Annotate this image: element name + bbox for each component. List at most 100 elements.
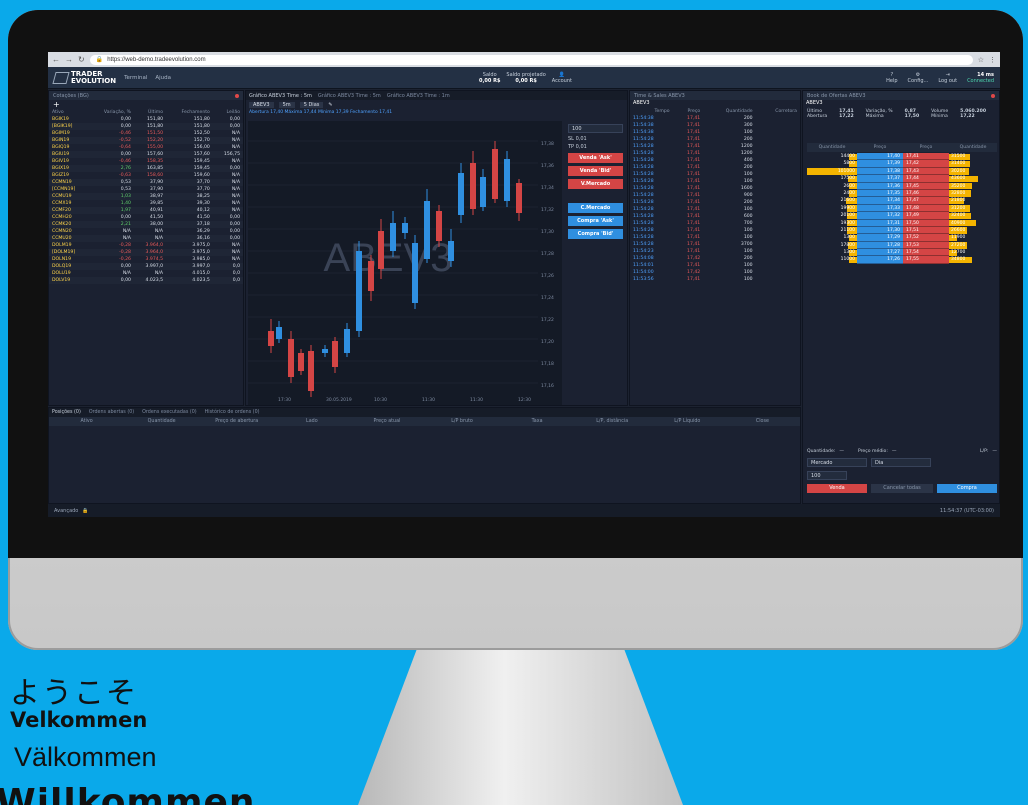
table-row[interactable]: CCMU20 N/A N/A 36,16 0,00	[49, 235, 243, 242]
book-row[interactable]: 1300 17,27 17,54 12700	[807, 249, 997, 257]
column-header[interactable]: L/P Líquido	[650, 419, 725, 424]
table-row[interactable]: BGIK19 0,00 151,80 151,80 0,00	[49, 116, 243, 123]
sell-bid-button[interactable]: Venda 'Bid'	[568, 166, 623, 176]
bid-price[interactable]: 17,35	[857, 189, 903, 198]
table-row[interactable]: DOLN19 -0,26 3.974,5 3.985,0 N/A	[49, 256, 243, 263]
bid-price[interactable]: 17,36	[857, 182, 903, 190]
table-row[interactable]: DOLV19 0,00 4.023,5 4.023,5 0,0	[49, 277, 243, 284]
tab-chart-3[interactable]: Gráfico ABEV3 Time : 1m	[387, 93, 450, 99]
column-header[interactable]: Quantidade	[124, 419, 199, 424]
column-header[interactable]: Quantidade	[703, 108, 755, 115]
column-header[interactable]: Variação, %	[89, 109, 134, 116]
book-row[interactable]: 1300 17,29 17,52 11900	[807, 234, 997, 242]
bid-price[interactable]: 17,28	[857, 241, 903, 250]
ask-price[interactable]: 17,45	[903, 182, 949, 190]
table-row[interactable]: DOLQ19 0,00 3.997,0 3.997,0 0,0	[49, 263, 243, 270]
mode-label[interactable]: Avançado	[54, 508, 78, 514]
bid-price[interactable]: 17,27	[857, 249, 903, 257]
book-row[interactable]: 101000 17,38 17,43 30200	[807, 167, 997, 176]
table-row[interactable]: [CCMN19] 0,53 37,90 37,70 N/A	[49, 186, 243, 193]
order-qty-input[interactable]: 100	[807, 471, 847, 480]
bid-price[interactable]: 17,31	[857, 219, 903, 227]
tab-executed-orders[interactable]: Ordens executadas (0)	[142, 410, 197, 415]
table-row[interactable]: DOLU19 N/A N/A 4.015,0 0,0	[49, 270, 243, 277]
book-row[interactable]: 5800 17,39 17,42 31400	[807, 160, 997, 168]
logout-button[interactable]: ⇥ Log out	[938, 72, 957, 84]
table-row[interactable]: CCMN20 N/A N/A 36,29 0,00	[49, 228, 243, 235]
validity-select[interactable]: Dia	[871, 458, 931, 467]
bid-price[interactable]: 17,34	[857, 197, 903, 205]
column-header[interactable]: Fechamento	[166, 109, 213, 116]
book-row[interactable]: 17800 17,28 17,53 27200	[807, 241, 997, 250]
bid-price[interactable]: 17,29	[857, 234, 903, 242]
column-header[interactable]: Preço atual	[349, 419, 424, 424]
book-row[interactable]: 19900 17,33 17,48 31200	[807, 204, 997, 213]
book-row[interactable]: 2400 17,35 17,46 32800	[807, 189, 997, 198]
bid-price[interactable]: 17,38	[857, 167, 903, 176]
table-row[interactable]: BGIX19 2,76 163,85 159,45 0,00	[49, 165, 243, 172]
ask-price[interactable]: 17,43	[903, 167, 949, 176]
table-row[interactable]: CCMU19 1,03 38,97 38,25 N/A	[49, 193, 243, 200]
book-row[interactable]: 20100 17,32 17,49 32400	[807, 212, 997, 220]
column-header[interactable]: Leilão	[213, 109, 243, 116]
table-row[interactable]: CCMK20 2,21 38,00 37,18 0,00	[49, 221, 243, 228]
back-icon[interactable]: ←	[52, 55, 60, 64]
table-row[interactable]: [BGIK19] 0,00 151,80 151,80 0,00	[49, 123, 243, 130]
bid-price[interactable]: 17,26	[857, 256, 903, 264]
address-bar[interactable]: 🔒 https://web-demo.tradeevolution.com	[89, 54, 973, 65]
column-header[interactable]: Lado	[274, 419, 349, 424]
draw-icon[interactable]: ✎	[328, 102, 332, 108]
table-row[interactable]: BGIZ19 -0,63 158,60 159,60 N/A	[49, 172, 243, 179]
table-row[interactable]: [DOLM19] -0,28 3.964,0 3.975,0 N/A	[49, 249, 243, 256]
table-row[interactable]: CCMF20 1,97 40,91 40,12 N/A	[49, 207, 243, 214]
column-header[interactable]: Taxa	[500, 419, 575, 424]
book-row[interactable]: 11000 17,26 17,55 34800	[807, 256, 997, 264]
close-icon[interactable]	[235, 93, 239, 98]
book-row[interactable]: 17500 17,37 17,44 43600	[807, 175, 997, 183]
chart-symbol[interactable]: ABEV3	[249, 102, 274, 108]
ask-price[interactable]: 17,47	[903, 197, 949, 205]
bid-price[interactable]: 17,32	[857, 212, 903, 220]
column-header[interactable]: Ativo	[49, 419, 124, 424]
table-row[interactable]: CCMX19 1,40 39,85 39,30 N/A	[49, 200, 243, 207]
buy-button[interactable]: Compra	[937, 484, 997, 493]
ask-price[interactable]: 17,49	[903, 212, 949, 220]
column-header[interactable]: Corretora	[756, 108, 800, 115]
column-header[interactable]: Close	[725, 419, 800, 424]
table-row[interactable]: BGIU19 0,00 157,60 157,60 156,75	[49, 151, 243, 158]
column-header[interactable]: Tempo	[630, 108, 673, 115]
ask-price[interactable]: 17,44	[903, 175, 949, 183]
tab-order-history[interactable]: Histórico de ordens (0)	[205, 410, 260, 415]
bid-price[interactable]: 17,40	[857, 153, 903, 161]
sell-ask-button[interactable]: Venda 'Ask'	[568, 153, 623, 163]
help-button[interactable]: ? Help	[886, 72, 897, 84]
book-symbol[interactable]: ABEV3	[803, 100, 999, 108]
ask-price[interactable]: 17,52	[903, 234, 949, 242]
column-header[interactable]: L/P, distância	[575, 419, 650, 424]
sl-field[interactable]: SL 0,01	[568, 136, 623, 142]
book-row[interactable]: 14400 17,40 17,41 31500	[807, 153, 997, 161]
order-type-select[interactable]: Mercado	[807, 458, 867, 467]
ask-price[interactable]: 17,51	[903, 226, 949, 235]
sell-market-button[interactable]: V.Mercado	[568, 179, 623, 189]
ask-price[interactable]: 17,55	[903, 256, 949, 264]
bid-price[interactable]: 17,39	[857, 160, 903, 168]
book-row[interactable]: 21600 17,34 17,47 21800	[807, 197, 997, 205]
book-row[interactable]: 2600 17,36 17,45 35200	[807, 182, 997, 190]
tab-positions[interactable]: Posições (0)	[52, 410, 81, 415]
table-row[interactable]: CCMH20 0,00 41,50 41,50 0,00	[49, 214, 243, 221]
add-icon[interactable]: +	[49, 100, 243, 109]
table-row[interactable]: BGIV19 -0,46 158,35 159,45 N/A	[49, 158, 243, 165]
table-row[interactable]: CCMN19 0,53 37,90 37,70 N/A	[49, 179, 243, 186]
buy-ask-button[interactable]: Compra 'Ask'	[568, 216, 623, 226]
column-header[interactable]: L/P bruto	[424, 419, 499, 424]
cancel-all-button[interactable]: Cancelar todas	[871, 484, 933, 493]
ask-price[interactable]: 17,42	[903, 160, 949, 168]
forward-icon[interactable]: →	[65, 55, 73, 64]
ask-price[interactable]: 17,41	[903, 153, 949, 161]
bid-price[interactable]: 17,30	[857, 226, 903, 235]
close-icon[interactable]	[991, 93, 995, 98]
column-header[interactable]: Preço de abertura	[199, 419, 274, 424]
browser-menu-icon[interactable]: ⋮	[989, 56, 996, 64]
buy-bid-button[interactable]: Compra 'Bid'	[568, 229, 623, 239]
